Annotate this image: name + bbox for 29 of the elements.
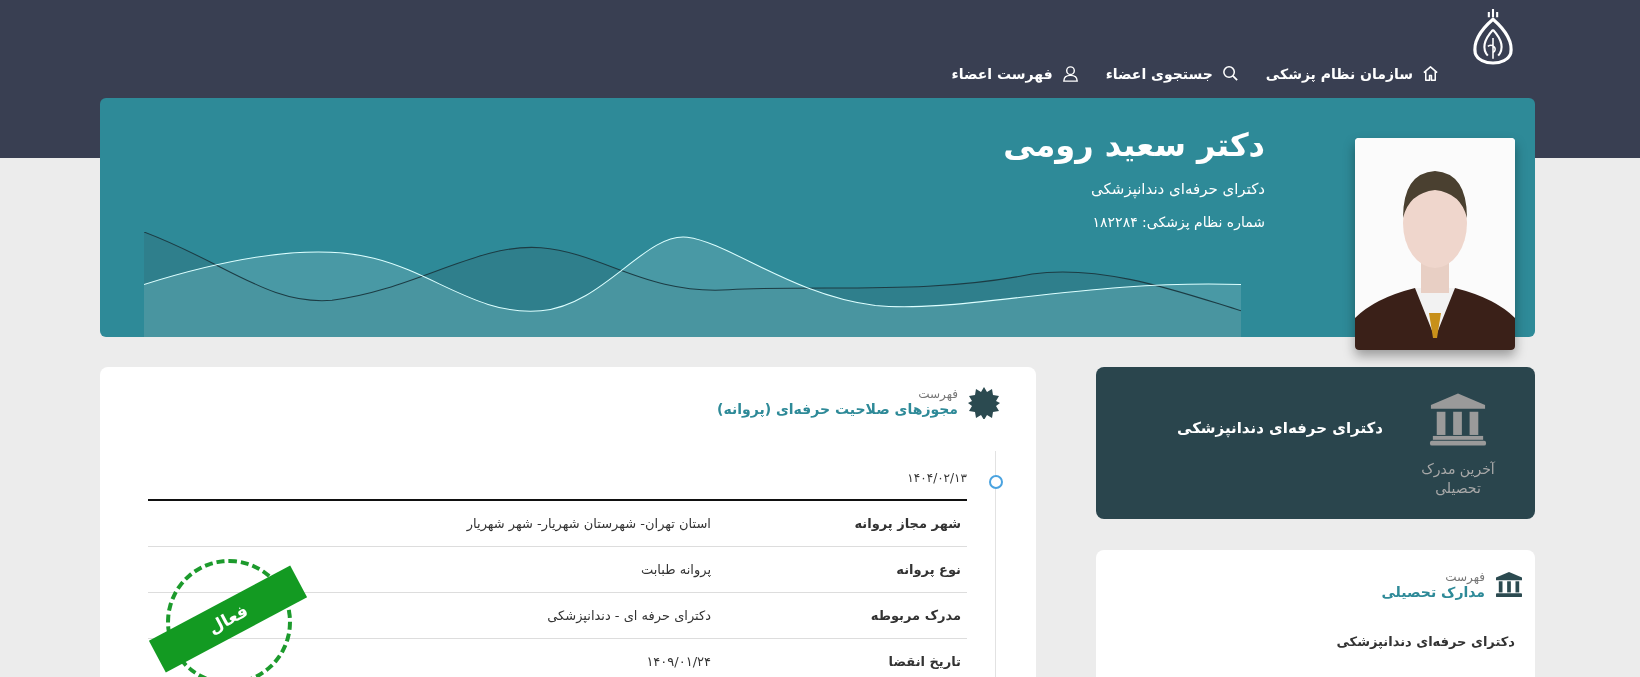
latest-degree-label: آخرین مدرک تحصیلی xyxy=(1420,460,1496,498)
building-icon xyxy=(1429,393,1487,446)
field-label: تاریخ انقضا xyxy=(887,654,962,669)
latest-degree-title: دکترای حرفه‌ای دندانپزشکی xyxy=(1176,419,1383,437)
badge-icon xyxy=(968,387,1000,419)
user-icon xyxy=(1060,64,1080,83)
nav-link[interactable]: سازمان نظام پزشکی xyxy=(1265,64,1440,83)
field-value: استان تهران- شهرستان شهریار- شهر شهریار xyxy=(466,516,711,531)
section-title: مدارک تحصیلی xyxy=(1381,584,1485,600)
field-label: شهر مجاز پروانه xyxy=(853,516,962,531)
field-value: پروانه طبابت xyxy=(641,562,711,577)
section-caption: فهرست xyxy=(1444,570,1485,584)
specialty-text: دکترای حرفه‌ای دندانپزشکی xyxy=(1091,180,1265,198)
field-label: نوع پروانه xyxy=(895,562,962,577)
doctor-name: دکتر سعید رومی xyxy=(1003,126,1265,164)
field-value: ۱۴۰۹/۰۱/۲۴ xyxy=(646,654,711,669)
field-value: دکترای حرفه ای - دندانپزشکی xyxy=(547,608,711,623)
license-number: شماره نظام پزشکی: ۱۸۲۲۸۴ xyxy=(1092,214,1265,230)
search-icon xyxy=(1220,64,1240,83)
license-date: ۱۴۰۴/۰۲/۱۳ xyxy=(906,470,967,487)
timeline-dot xyxy=(989,475,1003,489)
building-icon xyxy=(1495,572,1523,598)
section-title: مجوزهای صلاحیت حرفه‌ای (پروانه) xyxy=(717,401,958,417)
home-icon xyxy=(1421,64,1440,83)
degree-item: دکترای حرفه‌ای دندانپزشکی xyxy=(1335,634,1515,649)
section-caption: فهرست xyxy=(917,387,958,401)
nav-link[interactable]: فهرست اعضاء xyxy=(951,64,1080,83)
field-label: مدرک مربوطه xyxy=(869,608,962,623)
nav-link[interactable]: جستجوی اعضاء xyxy=(1105,64,1240,83)
